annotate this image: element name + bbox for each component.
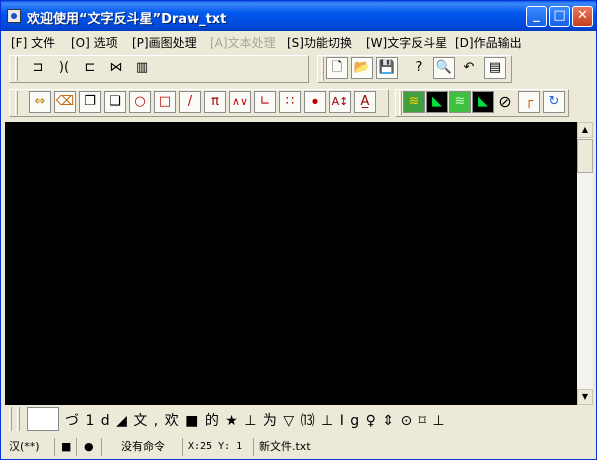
rectangle-icon[interactable]: □: [154, 91, 176, 113]
charbar-grip[interactable]: [9, 407, 12, 431]
scroll-down-button[interactable]: ▼: [577, 389, 593, 405]
zigzag-icon[interactable]: ∧∨: [229, 91, 251, 113]
refresh-icon[interactable]: ↻: [543, 91, 565, 113]
status-bar: 汉(**) ■ ● 没有命令 X:25 Y: 1 新文件.txt: [1, 436, 596, 459]
open-folder-icon[interactable]: 📂: [351, 57, 373, 79]
align-left-icon[interactable]: ⊐: [27, 57, 49, 79]
close-button[interactable]: ✕: [572, 6, 593, 27]
toolbar-grip-fill[interactable]: [399, 91, 402, 115]
paste-icon[interactable]: ❑: [104, 91, 126, 113]
eraser-icon[interactable]: ⌫: [54, 91, 76, 113]
palette-icon[interactable]: ▤: [484, 57, 506, 79]
undo-icon[interactable]: ↶: [458, 57, 480, 79]
new-file-icon[interactable]: 🗋: [326, 57, 348, 79]
point-icon[interactable]: ∙: [304, 91, 326, 113]
corner-icon[interactable]: ┌: [518, 91, 540, 113]
copy-icon[interactable]: ❐: [79, 91, 101, 113]
toolbar-top: ⊐ )( ⊏ ⋈ ▥ 🗋 📂 💾 ? 🔍 ↶ ▤: [3, 53, 593, 85]
menu-drawing[interactable]: [P]画图处理: [132, 34, 197, 51]
gradient-green-icon[interactable]: ≋: [449, 91, 471, 113]
mirror-icon[interactable]: ⋈: [105, 57, 127, 79]
gradient-icon[interactable]: ≋: [403, 91, 425, 113]
scroll-thumb[interactable]: [577, 139, 593, 173]
save-icon[interactable]: 💾: [376, 57, 398, 79]
menu-options[interactable]: [O] 选项: [71, 34, 118, 51]
menu-bar: [F] 文件 [O] 选项 [P]画图处理 [A]文本处理 [S]功能切换 [W…: [1, 31, 596, 51]
command-status: 没有命令: [117, 438, 183, 456]
status-dot: ●: [80, 438, 102, 456]
toolbar-grip-draw[interactable]: [15, 91, 18, 115]
drawing-canvas[interactable]: [5, 122, 577, 405]
vertical-scrollbar[interactable]: ▲ ▼: [577, 122, 593, 405]
title-bar[interactable]: 欢迎使用“文字反斗星”Draw_txt _ □ ✕: [1, 1, 596, 31]
menu-file[interactable]: [F] 文件: [11, 34, 55, 51]
menu-output[interactable]: [D]作品输出: [455, 34, 522, 51]
input-mode: 汉(**): [5, 438, 55, 456]
toolbar-grip[interactable]: [15, 57, 18, 81]
file-name: 新文件.txt: [259, 440, 311, 453]
text-style-icon[interactable]: A̲: [354, 91, 376, 113]
preview-icon[interactable]: 🔍: [433, 57, 455, 79]
app-icon[interactable]: [7, 9, 21, 23]
curve-icon[interactable]: ∟: [254, 91, 276, 113]
menu-text[interactable]: [A]文本处理: [210, 34, 276, 51]
current-char-box[interactable]: [27, 407, 59, 431]
window-title: 欢迎使用“文字反斗星”Draw_txt: [27, 12, 227, 27]
no-icon[interactable]: ⊘: [494, 91, 516, 113]
flip-horizontal-icon[interactable]: )(: [53, 57, 75, 79]
table-icon[interactable]: π: [204, 91, 226, 113]
line-icon[interactable]: /: [179, 91, 201, 113]
fill-green-icon[interactable]: ◣: [426, 91, 448, 113]
status-square: ■: [57, 438, 77, 456]
char-palette[interactable]: づ 1 d ◢ 文 , 欢 ■ 的 ★ ⊥ 为 ▽ ⒀ ⊥ I g ♀ ⇕ ⊙ …: [65, 410, 446, 430]
fill-dark-icon[interactable]: ◣: [472, 91, 494, 113]
main-window: 欢迎使用“文字反斗星”Draw_txt _ □ ✕ [F] 文件 [O] 选项 …: [0, 0, 597, 460]
character-bar: づ 1 d ◢ 文 , 欢 ■ 的 ★ ⊥ 为 ▽ ⒀ ⊥ I g ♀ ⇕ ⊙ …: [5, 405, 594, 433]
copy-frame-icon[interactable]: ⊏: [79, 57, 101, 79]
charbar-grip-2[interactable]: [17, 407, 20, 431]
circle-icon[interactable]: ○: [129, 91, 151, 113]
maximize-button[interactable]: □: [549, 6, 570, 27]
minimize-button[interactable]: _: [526, 6, 547, 27]
text-size-icon[interactable]: A↕: [329, 91, 351, 113]
toolbar-grip-file[interactable]: [321, 57, 324, 81]
dots-icon[interactable]: ∷: [279, 91, 301, 113]
cursor-position: X:25 Y: 1: [184, 438, 254, 456]
toolbar-draw: ⇔ ⌫ ❐ ❑ ○ □ / π ∧∨ ∟ ∷ ∙ A↕ A̲ ≋ ◣ ≋ ◣ ⊘…: [3, 87, 593, 119]
menu-switch[interactable]: [S]功能切换: [287, 34, 352, 51]
swap-icon[interactable]: ⇔: [29, 91, 51, 113]
scroll-up-button[interactable]: ▲: [577, 122, 593, 138]
help-pointer-icon[interactable]: ?: [408, 57, 430, 79]
menu-wordstar[interactable]: [W]文字反斗星: [366, 34, 447, 51]
bar-chart-icon[interactable]: ▥: [131, 57, 153, 79]
